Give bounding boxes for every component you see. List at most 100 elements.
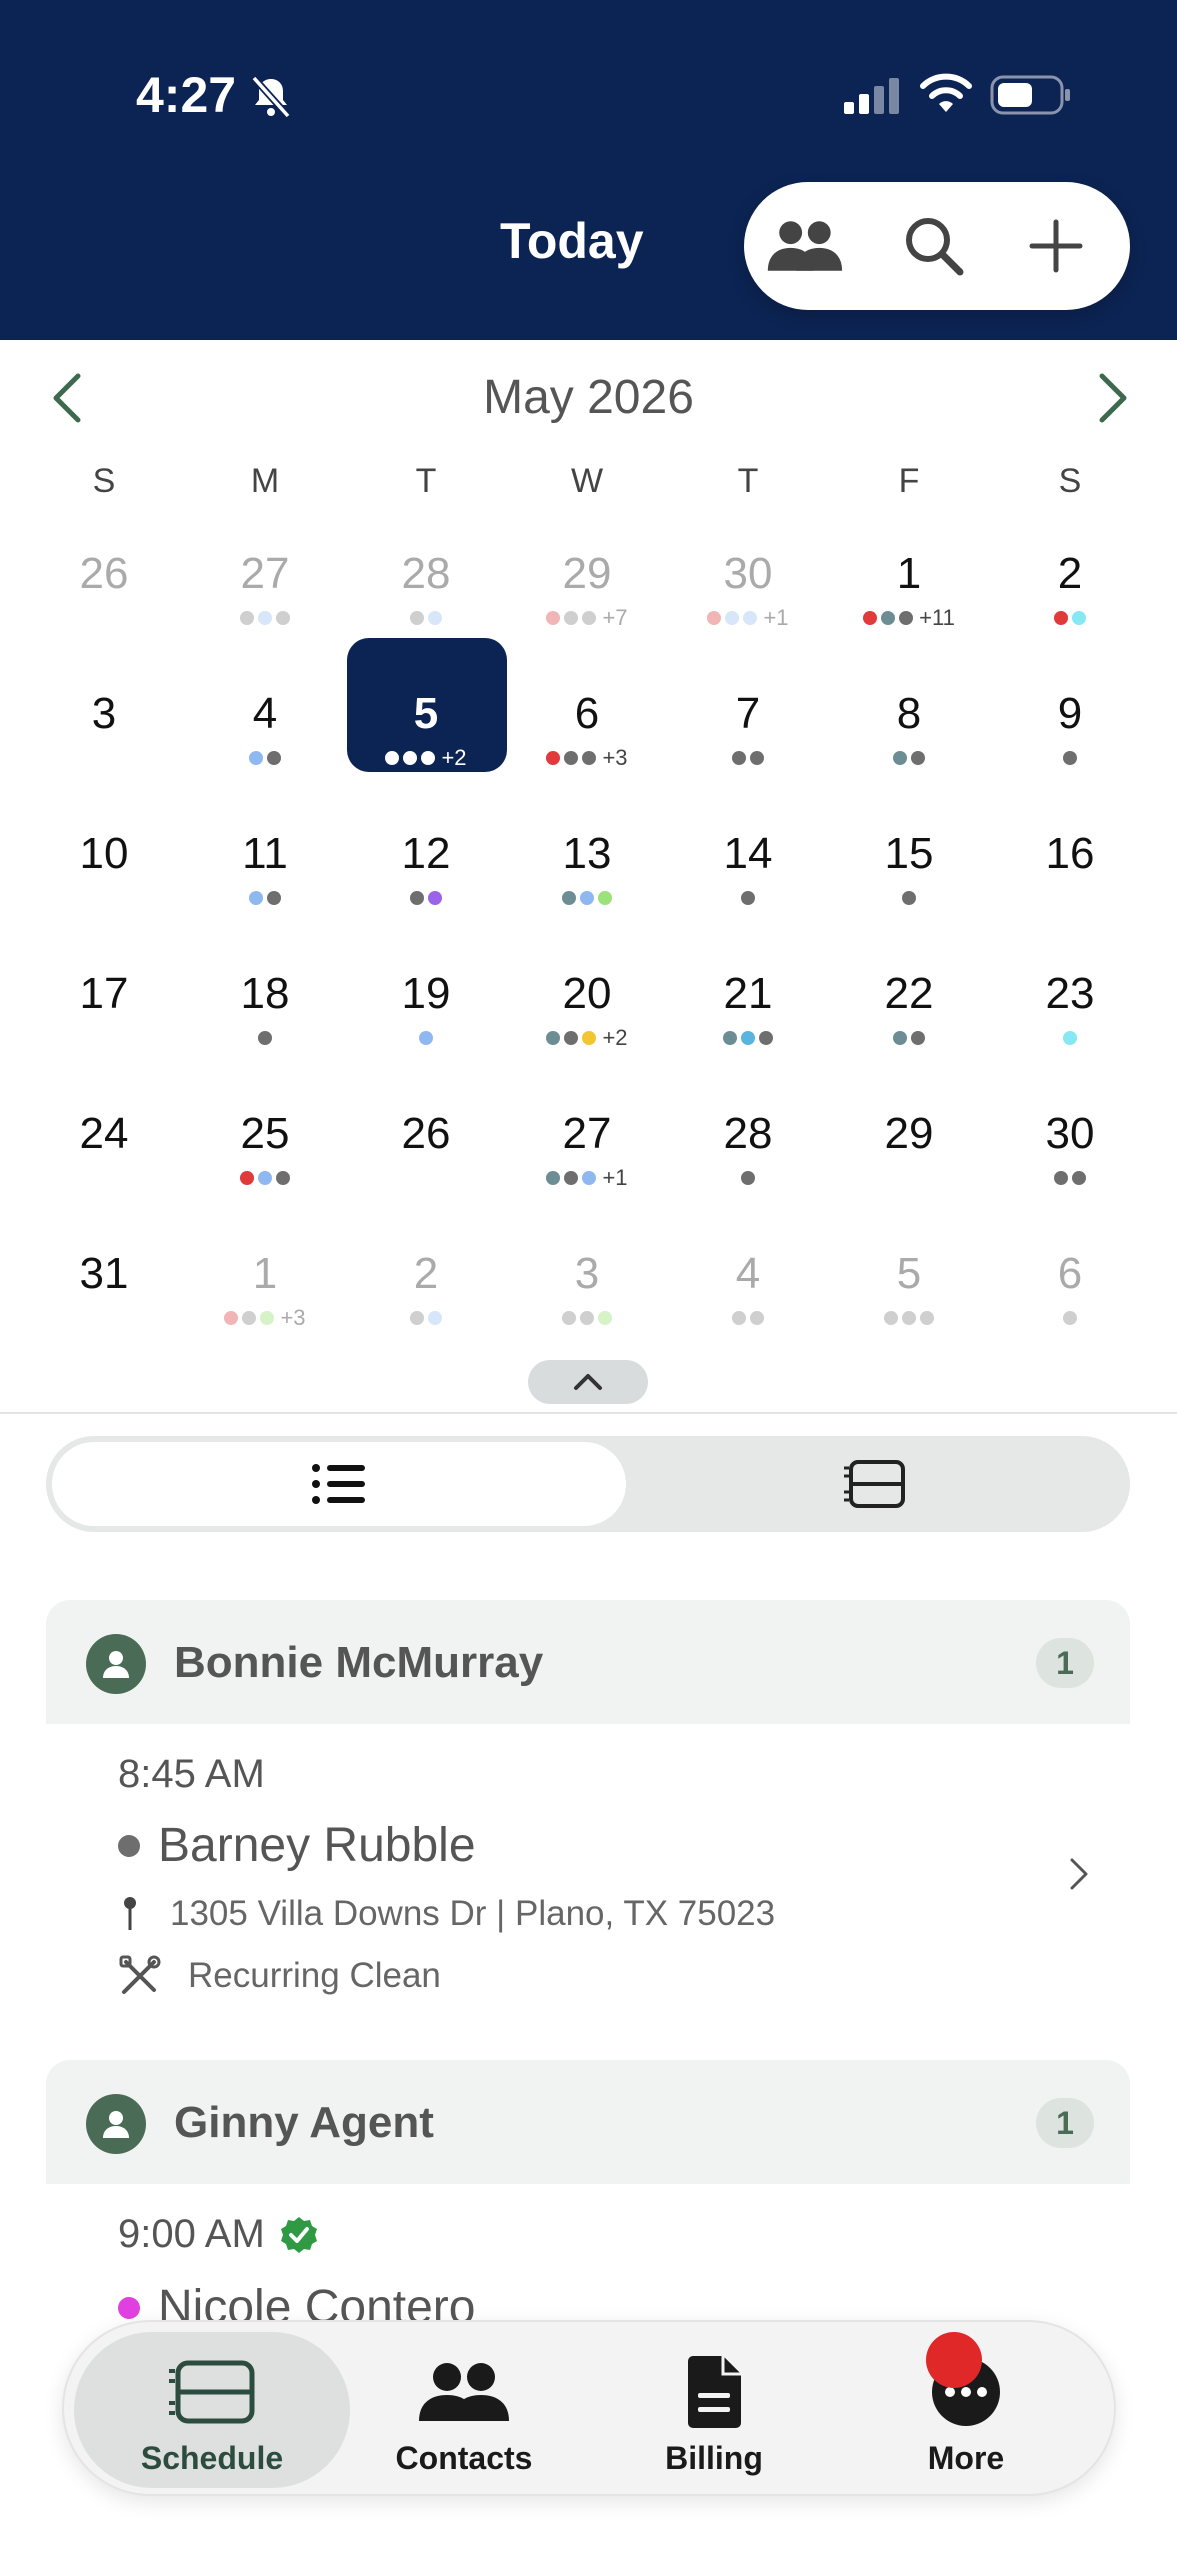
day-number: 30	[723, 549, 773, 598]
event-dot	[741, 1171, 755, 1185]
event-dot	[564, 1171, 579, 1185]
day-number: 17	[79, 969, 129, 1018]
calendar-day[interactable]: 18	[185, 972, 345, 1102]
event-dot	[902, 891, 916, 905]
calendar-day[interactable]: 5	[829, 1252, 989, 1382]
calendar-day[interactable]: 7	[668, 692, 828, 822]
calendar-day[interactable]: 2	[990, 552, 1150, 682]
day-number: 2	[413, 1249, 439, 1298]
day-number: 7	[735, 689, 761, 738]
event-dot	[546, 611, 561, 625]
calendar-day[interactable]: 10	[24, 832, 184, 962]
weekday-label: S	[92, 462, 116, 500]
event-dots	[829, 1028, 989, 1048]
day-number: 29	[884, 1109, 934, 1158]
event-dots	[24, 888, 184, 908]
event-dot	[863, 611, 878, 625]
calendar-day[interactable]: 11	[185, 832, 345, 962]
today-button[interactable]: Today	[500, 212, 644, 270]
wifi-icon	[920, 73, 972, 112]
calendar-day[interactable]: 28	[668, 1112, 828, 1242]
event-dot	[741, 1031, 755, 1045]
calendar-day[interactable]: 1 +11	[829, 552, 989, 682]
calendar-day[interactable]: 19	[346, 972, 506, 1102]
calendar-day[interactable]: 24	[24, 1112, 184, 1242]
calendar-day[interactable]: 26	[346, 1112, 506, 1242]
day-number: 31	[79, 1249, 129, 1298]
day-number: 14	[723, 829, 773, 878]
calendar-day[interactable]: 4	[668, 1252, 828, 1382]
collapse-calendar-handle[interactable]	[528, 1360, 648, 1404]
event-dots: +7	[507, 605, 667, 630]
calendar-day[interactable]: 20 +2	[507, 972, 667, 1102]
calendar-day[interactable]: 25	[185, 1112, 345, 1242]
event-dot	[750, 751, 764, 765]
search-icon[interactable]	[894, 212, 974, 280]
calendar-day[interactable]: 29 +7	[507, 552, 667, 682]
calendar-day[interactable]: 9	[990, 692, 1150, 822]
calendar-day[interactable]: 2	[346, 1252, 506, 1382]
calendar-day[interactable]: 14	[668, 832, 828, 962]
calendar-day[interactable]: 16	[990, 832, 1150, 962]
event-dots: +11	[829, 605, 989, 630]
signal-icon	[844, 78, 899, 114]
tools-icon	[119, 1955, 161, 1994]
people-icon[interactable]	[764, 212, 844, 280]
schedule-icon	[844, 1460, 905, 1508]
list-view-button[interactable]	[52, 1442, 626, 1526]
event-dots	[24, 748, 184, 768]
appointment-card[interactable]: 9:00 AM Nicole Contero	[46, 2184, 1130, 2334]
calendar-day[interactable]: 31	[24, 1252, 184, 1382]
event-dot	[242, 1311, 257, 1325]
calendar-day[interactable]: 6 +3	[507, 692, 667, 822]
appointment-time-row: 9:00 AM	[118, 2212, 319, 2257]
plus-icon[interactable]	[1016, 212, 1096, 280]
event-dot	[1054, 611, 1068, 625]
day-number: 3	[91, 689, 117, 738]
day-number: 6	[1057, 1249, 1083, 1298]
calendar-day[interactable]: 12	[346, 832, 506, 962]
calendar-day[interactable]: 4	[185, 692, 345, 822]
event-dot	[385, 751, 400, 765]
calendar-day[interactable]: 15	[829, 832, 989, 962]
nav-billing[interactable]: Billing	[576, 2332, 852, 2488]
day-number: 13	[562, 829, 612, 878]
day-number: 28	[401, 549, 451, 598]
calendar-day-selected[interactable]: 5 +2	[346, 638, 507, 822]
event-dots	[668, 748, 828, 768]
agent-group-header[interactable]: Ginny Agent 1	[46, 2060, 1130, 2184]
event-dots	[346, 1168, 506, 1188]
event-dot	[267, 891, 281, 905]
event-dots	[829, 1168, 989, 1188]
nav-schedule[interactable]: Schedule	[74, 2332, 350, 2488]
calendar-day[interactable]: 22	[829, 972, 989, 1102]
calendar-day[interactable]: 1 +3	[185, 1252, 345, 1382]
calendar-day[interactable]: 13	[507, 832, 667, 962]
calendar-day[interactable]: 30	[990, 1112, 1150, 1242]
chevron-up-icon	[574, 1374, 602, 1390]
nav-contacts[interactable]: Contacts	[326, 2332, 602, 2488]
calendar-day[interactable]: 21	[668, 972, 828, 1102]
schedule-view-button[interactable]	[626, 1442, 1124, 1526]
calendar-day[interactable]: 6	[990, 1252, 1150, 1382]
more-events-count: +1	[763, 605, 789, 630]
day-number: 27	[240, 549, 290, 598]
event-dot	[743, 611, 758, 625]
calendar-day[interactable]: 27	[185, 552, 345, 682]
calendar-day[interactable]: 23	[990, 972, 1150, 1102]
calendar-day[interactable]: 29	[829, 1112, 989, 1242]
event-dot	[911, 1031, 925, 1045]
calendar-day[interactable]: 17	[24, 972, 184, 1102]
service-name: Recurring Clean	[188, 1956, 441, 1995]
agent-group-header[interactable]: Bonnie McMurray 1	[46, 1600, 1130, 1724]
event-dots	[990, 1028, 1150, 1048]
event-dots: +1	[668, 605, 828, 630]
event-dot	[428, 891, 442, 905]
appointment-card[interactable]: 8:45 AM Barney Rubble 1305 Villa Downs D…	[46, 1724, 1130, 2014]
calendar-day[interactable]: 30 +1	[668, 552, 828, 682]
calendar-day[interactable]: 27 +1	[507, 1112, 667, 1242]
calendar-day[interactable]: 8	[829, 692, 989, 822]
calendar-day[interactable]: 3	[24, 692, 184, 822]
next-month-icon[interactable]	[1092, 366, 1136, 430]
calendar-day[interactable]: 26	[24, 552, 184, 682]
